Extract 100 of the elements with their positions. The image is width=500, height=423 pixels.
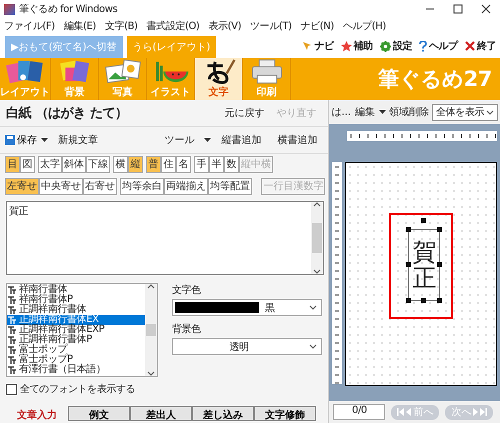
format-button[interactable]: 均等配置 <box>208 178 252 195</box>
caret-icon <box>378 110 386 114</box>
font-list-item[interactable]: 正調祥南行書体EXP <box>7 325 145 335</box>
menu-item[interactable]: 文字(B) <box>104 19 138 33</box>
nav-link[interactable]: 補助 <box>340 39 373 53</box>
chevron-down-icon <box>309 305 318 310</box>
bottom-tab[interactable]: 文字修飾 <box>254 406 316 421</box>
caret-icon <box>204 138 212 142</box>
resize-handle[interactable] <box>406 298 412 303</box>
save-button[interactable]: 保存 <box>5 133 37 147</box>
bottom-tab[interactable]: 差し込み <box>192 406 254 421</box>
format-button[interactable]: 図 <box>20 156 35 173</box>
format-button[interactable]: 縦 <box>128 156 143 173</box>
resize-handle[interactable] <box>421 298 426 303</box>
app-icon <box>4 4 15 14</box>
menu-item[interactable]: ツール(T) <box>250 19 292 33</box>
card-text: 賀正 <box>412 238 436 292</box>
font-list-item[interactable]: 正調祥南行書体P <box>7 335 145 345</box>
page-counter: 0/0 <box>333 404 386 420</box>
checkbox[interactable] <box>6 384 17 394</box>
chevron-down-icon <box>486 110 494 114</box>
scroll-up-icon[interactable] <box>147 284 155 289</box>
font-type-icon <box>8 316 16 324</box>
font-type-icon <box>8 306 16 314</box>
document-title: 白紙 （はがき たて） <box>6 105 129 122</box>
scrollbar[interactable] <box>145 284 157 376</box>
nav-link[interactable]: ナビ <box>302 39 334 53</box>
font-type-icon <box>8 366 16 374</box>
menu-item[interactable]: 編集(E) <box>64 19 96 33</box>
format-button[interactable]: 均等余白 <box>120 178 164 195</box>
font-type-icon <box>8 346 16 354</box>
font-type-icon <box>8 336 16 344</box>
format-button[interactable]: 左寄せ <box>5 178 39 195</box>
close-icon <box>464 41 475 51</box>
format-button[interactable]: 下線 <box>86 156 110 173</box>
zoom-dropdown[interactable]: 全体を表示 <box>432 104 498 120</box>
format-button[interactable]: 手 <box>194 156 209 173</box>
scrollbar-thumb[interactable] <box>146 324 156 336</box>
tools-button[interactable]: ツール <box>158 133 200 147</box>
bottom-tab[interactable]: 例文 <box>68 406 130 421</box>
font-list-item[interactable]: 富士ポップ <box>7 345 145 355</box>
font-list-item[interactable]: 正調祥南行書体 <box>7 305 145 315</box>
format-button[interactable]: 数 <box>224 156 239 173</box>
resize-handle[interactable] <box>421 218 426 223</box>
font-list-item[interactable]: 富士ポップP <box>7 355 145 365</box>
question-mark-icon <box>418 40 427 52</box>
font-type-icon <box>8 356 16 364</box>
format-button[interactable]: 太字 <box>38 156 62 173</box>
font-list-item[interactable]: 祥南行書体P <box>7 295 145 305</box>
resize-handle[interactable] <box>406 262 412 267</box>
menu-item[interactable]: 表示(V) <box>208 19 242 33</box>
nav-link[interactable]: 設定 <box>380 39 412 53</box>
undo-button[interactable]: 元に戻す <box>218 106 270 120</box>
bottom-tab[interactable]: 差出人 <box>130 406 192 421</box>
format-button[interactable]: 斜体 <box>62 156 86 173</box>
nav-link[interactable]: 終了 <box>464 39 496 53</box>
menu-item[interactable]: ヘルプ(H) <box>342 19 386 33</box>
background-color-dropdown[interactable]: 透明 <box>172 338 322 355</box>
font-type-icon <box>8 286 16 294</box>
new-text-button[interactable]: 新規文章 <box>52 133 104 147</box>
format-button[interactable]: 横 <box>113 156 128 173</box>
cards-icon <box>5 58 45 85</box>
add-horizontal-button[interactable]: 横書追加 <box>271 133 324 147</box>
caret-icon <box>41 138 48 142</box>
format-button[interactable]: 名 <box>176 156 191 173</box>
resize-handle[interactable] <box>437 262 442 267</box>
format-button[interactable]: 目 <box>5 156 20 173</box>
font-type-icon <box>8 296 16 304</box>
resize-handle[interactable] <box>437 227 442 232</box>
resize-handle[interactable] <box>437 298 442 303</box>
text-color-label: 文字色 <box>172 284 202 297</box>
text-color-dropdown[interactable]: 黒 <box>172 299 322 316</box>
menu-item[interactable]: 書式設定(O) <box>146 19 200 33</box>
truncated-button[interactable]: は... <box>331 105 351 119</box>
resize-handle[interactable] <box>406 227 412 232</box>
font-list-item[interactable]: 有澤行書（日本語） <box>7 365 145 375</box>
nav-link[interactable]: ヘルプ <box>418 39 458 53</box>
star-icon <box>340 40 352 52</box>
add-vertical-button[interactable]: 縦書追加 <box>215 133 268 147</box>
gear-icon <box>380 40 391 52</box>
delete-area-button[interactable]: 領域削除 <box>388 105 429 119</box>
first-page-icon <box>397 408 404 416</box>
scroll-down-icon[interactable] <box>147 371 155 376</box>
checkbox-label: 全てのフォントを表示する <box>20 382 136 396</box>
cursor-arrow-icon <box>302 41 312 51</box>
format-button[interactable]: 住 <box>161 156 176 173</box>
triangle-right-icon <box>473 408 478 416</box>
triangle-left-icon <box>406 408 412 416</box>
format-button[interactable]: 半 <box>209 156 224 173</box>
format-button[interactable]: 普 <box>146 156 161 173</box>
background-color-label: 背景色 <box>172 322 202 336</box>
window-title: 筆ぐるめ for Windows <box>19 3 118 16</box>
menu-item[interactable]: ナビ(N) <box>300 19 334 33</box>
format-button[interactable]: 中央寄せ <box>39 178 83 195</box>
menu-item[interactable]: ファイル(F) <box>4 19 55 33</box>
edit-button[interactable]: 編集 <box>354 105 376 119</box>
format-button[interactable]: 右寄せ <box>83 178 117 195</box>
font-type-icon <box>8 326 16 334</box>
format-button[interactable]: 両端揃え <box>164 178 208 195</box>
font-list-item[interactable]: 祥南行書体 <box>7 285 145 295</box>
